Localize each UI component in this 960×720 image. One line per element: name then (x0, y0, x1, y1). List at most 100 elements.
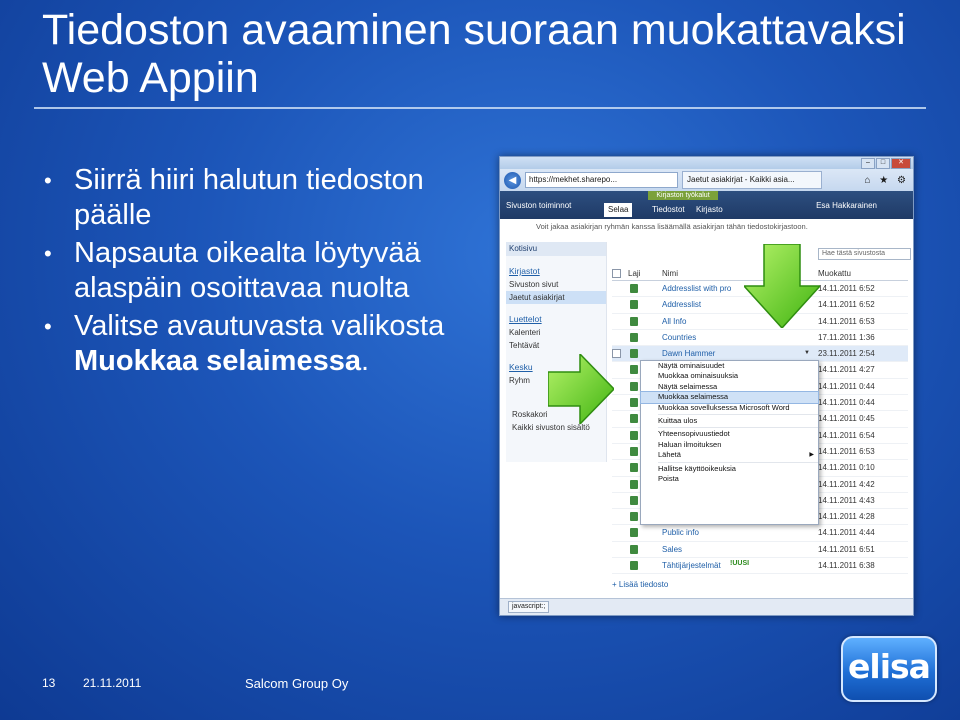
excel-file-icon (630, 398, 638, 408)
context-menu-item[interactable]: Yhteensopivuustiedot (641, 429, 818, 439)
nav-item-tasks[interactable]: Tehtävät (506, 339, 606, 352)
excel-file-icon (630, 332, 638, 342)
footer-date: 21.11.2011 (83, 676, 142, 690)
context-menu-label: Poista (658, 473, 679, 483)
bullet-text: Siirrä hiiri halutun tiedoston päälle (74, 164, 424, 231)
excel-file-icon (630, 300, 638, 310)
file-name[interactable]: Addresslist with pro (662, 284, 731, 293)
minimize-icon[interactable]: – (861, 158, 875, 169)
site-actions-menu[interactable]: Sivuston toiminnot (506, 201, 571, 210)
dropdown-arrow-icon[interactable]: ▼ (804, 350, 810, 356)
excel-file-icon (630, 349, 638, 359)
context-menu-item[interactable]: Muokkaa sovelluksessa Microsoft Word (641, 403, 818, 413)
excel-file-icon (630, 284, 638, 293)
file-name[interactable]: Public info (662, 528, 699, 537)
bullet-item: • Napsauta oikealta löytyvää alaspäin os… (42, 236, 482, 306)
file-name[interactable]: Sales (662, 545, 682, 554)
bullet-list: • Siirrä hiiri halutun tiedoston päälle … (42, 163, 482, 382)
elisa-logo: elisa (841, 636, 937, 702)
bullet-text-bold: Muokkaa selaimessa (74, 345, 361, 377)
bullet-item: • Siirrä hiiri halutun tiedoston päälle (42, 163, 482, 233)
modified-date: 14.11.2011 6:54 (818, 430, 875, 440)
context-menu-label: Muokkaa selaimessa (658, 392, 729, 402)
context-menu-item[interactable]: Muokkaa ominaisuuksia (641, 371, 818, 381)
back-arrow-icon[interactable]: ◀ (504, 171, 521, 189)
menu-separator (658, 461, 818, 463)
excel-file-icon (630, 430, 638, 440)
menu-separator (658, 413, 818, 415)
browser-nav-icons[interactable]: ⌂ ★ ⚙ (864, 175, 909, 186)
context-menu-item[interactable]: Kuittaa ulos (641, 416, 818, 426)
maximize-icon[interactable]: □ (876, 158, 890, 169)
context-menu: Näytä ominaisuudet Muokkaa ominaisuuksia N… (640, 360, 819, 525)
file-name[interactable]: Dawn Hammer (662, 349, 715, 358)
excel-file-icon (630, 528, 638, 538)
context-menu-item[interactable]: Poista (641, 474, 818, 484)
nav-header-lists[interactable]: Luettelot (506, 304, 606, 326)
file-name[interactable]: Countries (662, 333, 696, 342)
nav-item-site-pages[interactable]: Sivuston sivut (506, 278, 606, 291)
page-number: 13 (42, 676, 56, 690)
menu-separator (658, 427, 818, 429)
file-name[interactable]: All Info (662, 317, 686, 326)
excel-file-icon (630, 446, 638, 456)
context-menu-item[interactable]: Muokkaa selaimessa (640, 391, 819, 404)
add-document-link[interactable]: + Lisää tiedosto (612, 580, 668, 589)
close-icon[interactable]: ✕ (891, 158, 911, 169)
context-menu-item[interactable]: Hallitse käyttöoikeuksia (641, 464, 818, 474)
context-menu-label: Muokkaa ominaisuuksia (658, 371, 739, 381)
library-tools-group: Kirjaston työkalut (648, 191, 718, 200)
quick-launch: Kotisivu Kirjastot Sivuston sivut Jaetut… (506, 242, 607, 462)
search-input[interactable]: Hae tästä sivustosta (818, 248, 911, 260)
tab-browse[interactable]: Selaa (604, 203, 633, 217)
context-menu-item[interactable]: Näytä ominaisuudet (641, 361, 818, 371)
user-menu[interactable]: Esa Hakkarainen (816, 201, 877, 210)
excel-file-icon (630, 495, 638, 505)
context-menu-item[interactable]: Näytä selaimessa (641, 382, 818, 392)
col-name[interactable]: Nimi (662, 269, 678, 278)
excel-file-icon (630, 512, 638, 522)
context-menu-item[interactable]: Lähetä ▶ (641, 450, 818, 460)
file-name[interactable]: Addresslist (662, 300, 701, 309)
modified-date: 14.11.2011 0:10 (818, 463, 875, 473)
excel-file-icon (630, 463, 638, 473)
modified-date: 14.11.2011 6:53 (818, 446, 875, 456)
address-bar[interactable]: https://mekhet.sharepo... (525, 172, 678, 188)
excel-file-icon (630, 479, 638, 489)
context-menu-label: Näytä ominaisuudet (658, 361, 725, 370)
context-menu-item[interactable]: Haluan ilmoituksen (641, 440, 818, 450)
tab-files[interactable]: Tiedostot (648, 203, 689, 217)
nav-item-shared-documents[interactable]: Jaetut asiakirjat (506, 291, 606, 304)
modified-date: 14.11.2011 0:44 (818, 381, 875, 391)
slide-footer: 13 21.11.2011 Salcom Group Oy (0, 666, 960, 720)
footer-company: Salcom Group Oy (245, 676, 349, 691)
nav-item-calendar[interactable]: Kalenteri (506, 326, 606, 339)
col-type[interactable]: Laji (628, 269, 640, 278)
tab-library[interactable]: Kirjasto (692, 203, 727, 217)
select-all-checkbox[interactable] (612, 269, 621, 278)
add-document-label: Lisää tiedosto (618, 580, 669, 589)
excel-file-icon (630, 381, 638, 391)
bullet-text-post: . (360, 345, 370, 377)
nav-header-libraries[interactable]: Kirjastot (506, 256, 606, 278)
context-menu-label: Näytä selaimessa (658, 381, 718, 391)
modified-date: 14.11.2011 6:53 (818, 316, 875, 326)
table-row[interactable]: Public info 14.11.2011 4:44 (612, 525, 908, 542)
excel-file-icon (630, 414, 638, 424)
table-row[interactable]: Tähtijärjestelmät !UUSI 14.11.2011 6:38 (612, 558, 908, 575)
modified-date: 17.11.2011 1:36 (818, 332, 875, 342)
nav-home[interactable]: Kotisivu (506, 242, 606, 256)
status-bar: javascript:; (500, 598, 913, 615)
browser-tab[interactable]: Jaetut asiakirjat - Kaikki asia... (682, 171, 822, 189)
modified-date: 14.11.2011 4:43 (818, 495, 875, 505)
table-row[interactable]: Sales 14.11.2011 6:51 (612, 542, 908, 559)
file-name[interactable]: Tähtijärjestelmät (662, 561, 721, 570)
modified-date: 14.11.2011 4:44 (818, 528, 875, 538)
col-modified[interactable]: Muokattu (818, 269, 851, 278)
bullet-text-pre: Valitse avautuvasta valikosta (74, 310, 445, 342)
modified-date: 14.11.2011 6:51 (818, 544, 875, 554)
bullet-text: Napsauta oikealta löytyvää alaspäin osoi… (74, 237, 421, 304)
table-row[interactable]: Countries 17.11.2011 1:36 (612, 330, 908, 347)
new-badge: !UUSI (730, 560, 750, 568)
excel-file-icon (630, 561, 638, 571)
